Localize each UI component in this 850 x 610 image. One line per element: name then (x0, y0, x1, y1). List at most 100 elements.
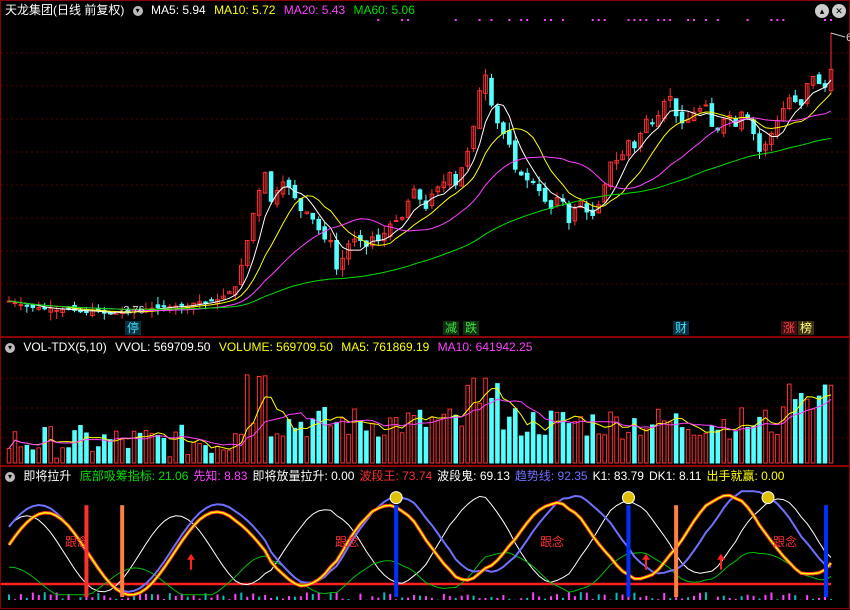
settings-circle-icon[interactable]: ▾ (5, 343, 15, 353)
event-marker[interactable]: 减 (443, 321, 459, 335)
volume-bar-up (281, 436, 285, 463)
signal-dot (562, 19, 564, 21)
histogram-bar (270, 598, 272, 600)
settings-circle-icon[interactable]: ▾ (133, 6, 143, 16)
volume-label: VOLUME: 569709.50 (219, 340, 333, 354)
volume-bar-down (651, 425, 655, 463)
candle-down (25, 305, 29, 306)
event-marker[interactable]: 财 (673, 321, 689, 335)
histogram-bar (669, 598, 671, 600)
candle-down (531, 181, 535, 182)
volume-bar-up (627, 432, 631, 463)
histogram-bar (389, 594, 391, 600)
histogram-bar (586, 593, 588, 600)
close-icon[interactable]: ✕ (832, 4, 846, 18)
settings-circle-icon[interactable]: ▾ (5, 472, 15, 482)
histogram-bar (371, 596, 373, 600)
volume-bar-down (525, 432, 529, 463)
signal-dot (550, 19, 552, 21)
signal-dot (824, 19, 826, 21)
histogram-bar (377, 598, 379, 600)
scroll-up-icon[interactable]: ▴ (815, 4, 829, 18)
volume-bar-down (454, 415, 458, 463)
histogram-bar (479, 598, 481, 600)
volume-bar-up (257, 377, 261, 463)
histogram-bar (467, 595, 469, 600)
histogram-bar (425, 596, 427, 600)
histogram-bar (20, 594, 22, 600)
signal-bar (394, 505, 398, 597)
up-arrow-icon (642, 554, 650, 570)
volume-bar-up (811, 409, 815, 463)
volume-bar-down (359, 422, 363, 463)
volume-bar-up (639, 435, 643, 463)
histogram-bar (651, 598, 653, 600)
volume-bar-up (412, 416, 416, 463)
histogram-bar (288, 596, 290, 600)
event-marker[interactable]: 榜 (798, 321, 814, 335)
candle-down (793, 96, 797, 102)
event-marker[interactable]: 涨 (781, 321, 797, 335)
candle-down (31, 305, 35, 308)
volume-bar-down (585, 436, 589, 463)
histogram-bar (199, 599, 201, 600)
signal-dot (782, 19, 784, 21)
volume-bar-up (198, 444, 202, 463)
volume-bar-down (210, 453, 214, 463)
signal-bar (824, 505, 828, 597)
histogram-bar (729, 598, 731, 600)
candle-down (514, 141, 518, 169)
histogram-bar (14, 599, 16, 600)
indicator-value-1: 先知: 8.83 (193, 469, 247, 483)
histogram-bar (598, 594, 600, 600)
volume-panel[interactable]: ▾ VOL-TDX(5,10) VVOL: 569709.50 VOLUME: … (0, 337, 850, 466)
volume-bar-down (680, 428, 684, 463)
price-panel[interactable]: 天龙集团(日线 前复权) ▾ MA5: 5.94 MA10: 5.72 MA20… (0, 0, 850, 337)
ma60-label: MA60: 5.06 (354, 3, 415, 17)
volume-bar-up (478, 403, 482, 463)
volume-bar-down (496, 384, 500, 463)
histogram-bar (532, 592, 534, 600)
histogram-bar (222, 596, 224, 600)
volume-bar-down (97, 447, 101, 463)
histogram-bar (675, 597, 677, 600)
volume-bar-down (543, 435, 547, 463)
histogram-bar (490, 597, 492, 600)
volume-bar-up (168, 457, 172, 463)
signal-dot (705, 19, 707, 21)
volume-chart (1, 338, 850, 467)
histogram-bar (8, 594, 10, 600)
volume-bar-up (55, 458, 59, 463)
indicator-panel[interactable]: ▾ 即将拉升 底部吸筹指标: 21.06先知: 8.83即将放量拉升: 0.00… (0, 466, 850, 609)
signal-bar (626, 505, 630, 597)
histogram-bar (252, 593, 254, 600)
volume-bar-up (573, 421, 577, 463)
volume-bar-down (138, 433, 142, 463)
event-marker[interactable]: 跌 (463, 321, 479, 335)
signal-dot (669, 19, 671, 21)
histogram-bar (193, 595, 195, 600)
histogram-bar (115, 599, 117, 600)
volume-bar-up (782, 407, 786, 463)
volume-bar-up (430, 417, 434, 463)
volume-bar-up (829, 385, 833, 463)
histogram-bar (264, 595, 266, 600)
volume-bar-down (204, 446, 208, 463)
histogram-bar (312, 594, 314, 600)
event-marker[interactable]: 停 (125, 321, 141, 335)
indicator-value-7: DK1: 8.11 (649, 469, 701, 483)
money-bag-icon (762, 492, 774, 504)
volume-bar-down (293, 428, 297, 463)
histogram-bar (383, 592, 385, 600)
volume-bar-up (13, 432, 17, 463)
histogram-bar (693, 596, 695, 600)
candle-up (704, 105, 708, 106)
volume-bar-up (621, 439, 625, 463)
histogram-bar (282, 599, 284, 600)
histogram-bar (228, 599, 230, 600)
signal-dot (520, 19, 522, 21)
histogram-bar (687, 597, 689, 600)
volume-bar-down (25, 445, 29, 463)
histogram-bar (562, 598, 564, 600)
signal-bar (674, 505, 678, 597)
